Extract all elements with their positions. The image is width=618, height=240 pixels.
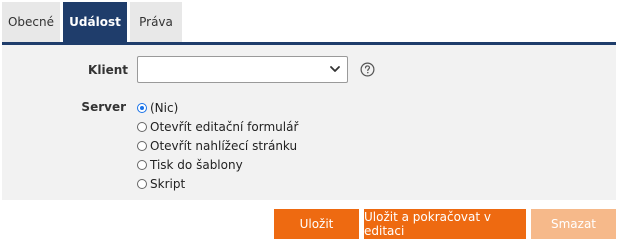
save-and-continue-button[interactable]: Uložit a pokračovat v editaci <box>364 209 526 239</box>
radio-button[interactable] <box>137 159 147 170</box>
radio-option-nic[interactable]: (Nic) <box>137 98 298 117</box>
radio-label: Otevřít nahlížecí stránku <box>150 138 298 153</box>
klient-select[interactable] <box>137 56 348 83</box>
chevron-down-icon <box>330 66 340 72</box>
radio-option-print-template[interactable]: Tisk do šablony <box>137 155 298 174</box>
question-circle-icon[interactable] <box>360 62 375 77</box>
radio-option-view-page[interactable]: Otevřít nahlížecí stránku <box>137 136 298 155</box>
radio-option-script[interactable]: Skript <box>137 174 298 193</box>
save-button[interactable]: Uložit <box>274 209 359 239</box>
tab-prava[interactable]: Práva <box>130 2 182 42</box>
radio-button[interactable] <box>137 121 147 132</box>
radio-button[interactable] <box>137 102 147 113</box>
tab-udalost[interactable]: Událost <box>63 2 127 42</box>
radio-label: (Nic) <box>150 100 179 115</box>
radio-button[interactable] <box>137 178 147 189</box>
radio-label: Otevřít editační formulář <box>150 119 299 134</box>
radio-label: Skript <box>150 176 186 191</box>
server-radio-group: (Nic) Otevřít editační formulář Otevřít … <box>137 98 298 193</box>
radio-option-edit-form[interactable]: Otevřít editační formulář <box>137 117 298 136</box>
delete-button[interactable]: Smazat <box>531 209 616 239</box>
tab-obecne[interactable]: Obecné <box>2 2 60 42</box>
server-label: Server <box>81 100 126 114</box>
radio-label: Tisk do šablony <box>150 157 243 172</box>
klient-label: Klient <box>88 63 128 77</box>
radio-button[interactable] <box>137 140 147 151</box>
tab-bar: Obecné Událost Práva <box>2 0 185 42</box>
